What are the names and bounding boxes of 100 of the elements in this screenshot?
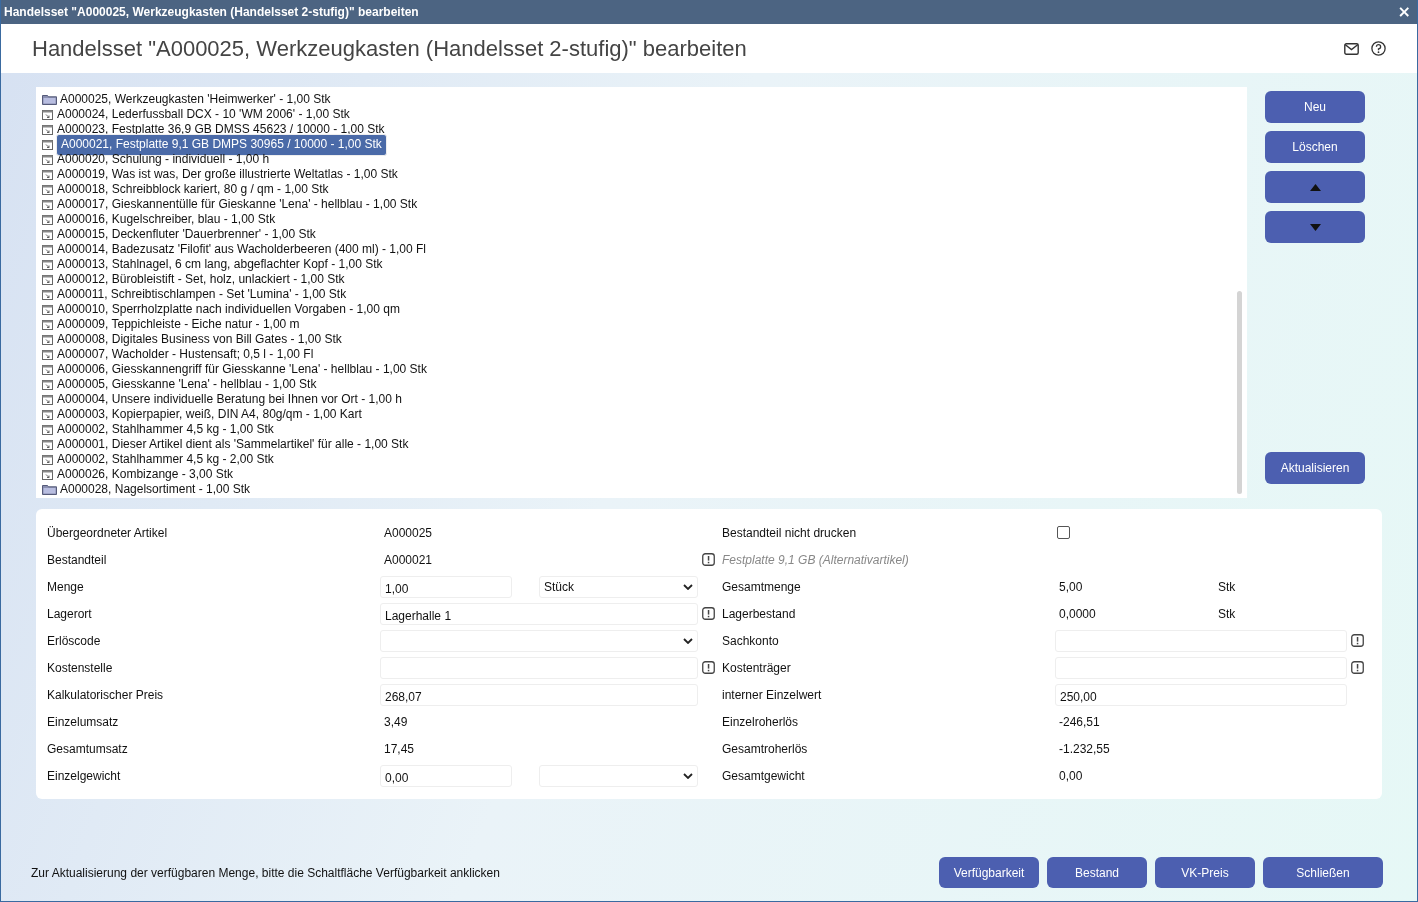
document-icon	[42, 424, 53, 435]
warning-icon[interactable]	[702, 661, 715, 674]
action-button[interactable]: Neu	[1265, 91, 1365, 123]
input-field[interactable]: 0,00	[380, 764, 512, 787]
document-icon	[42, 394, 53, 405]
field-label: Gesamtumsatz	[47, 741, 129, 756]
document-icon	[42, 364, 53, 375]
document-icon	[42, 319, 53, 330]
warning-icon[interactable]	[702, 607, 715, 620]
tree-item[interactable]: A000010, Sperrholzplatte nach individuellen Vorgaben - 1,00 qm	[56, 303, 401, 316]
field-value: 0,00	[1058, 768, 1084, 783]
document-icon	[42, 244, 53, 255]
input-field[interactable]: 1,00	[380, 575, 512, 598]
tree-item[interactable]: A000024, Lederfussball DCX - 10 'WM 2006' - 1,00 Stk	[56, 108, 351, 121]
footer-button[interactable]: VK-Preis	[1155, 857, 1255, 888]
field-label: Kalkulatorischer Preis	[47, 687, 165, 702]
tree-item[interactable]: A000023, Festplatte 36,9 GB DMSS 45623 / 10000 - 1,00 Stk	[56, 123, 386, 136]
document-icon	[42, 274, 53, 285]
warning-icon[interactable]	[702, 553, 715, 566]
footer-button[interactable]: Schließen	[1263, 857, 1383, 888]
tree-item[interactable]: A000026, Kombizange - 3,00 Stk	[56, 468, 235, 481]
tree-item[interactable]: A000005, Giesskanne 'Lena' - hellblau - 1,00 Stk	[56, 378, 318, 391]
document-icon	[42, 139, 53, 150]
tree-item[interactable]: A000018, Schreibblock kariert, 80 g / qm - 1,00 Stk	[56, 183, 330, 196]
document-icon	[42, 454, 53, 465]
field-label: Einzelumsatz	[47, 714, 120, 729]
document-icon	[42, 349, 53, 360]
field-value: 0,0000	[1058, 606, 1097, 621]
field-label: Gesamtroherlös	[722, 741, 809, 756]
document-icon	[42, 169, 53, 180]
tree-item[interactable]: A000025, Werkzeugkasten 'Heimwerker' - 1,00 Stk	[59, 93, 332, 106]
document-icon	[42, 334, 53, 345]
input-field[interactable]: 268,07	[380, 683, 698, 706]
warning-icon[interactable]	[1351, 661, 1364, 674]
field-label: Kostenträger	[722, 660, 792, 675]
document-icon	[42, 289, 53, 300]
tree-item[interactable]: A000003, Kopierpapier, weiß, DIN A4, 80g/qm - 1,00 Kart	[56, 408, 363, 421]
tree-item[interactable]: A000016, Kugelschreiber, blau - 1,00 Stk	[56, 213, 277, 226]
tree-item[interactable]: A000002, Stahlhammer 4,5 kg - 2,00 Stk	[56, 453, 275, 466]
warning-icon[interactable]	[1351, 634, 1364, 647]
tree-item[interactable]: A000004, Unsere individuelle Beratung bei Ihnen vor Ort - 1,00 h	[56, 393, 403, 406]
dropdown[interactable]	[380, 629, 698, 652]
tree-item[interactable]: A000007, Wacholder - Hustensaft; 0,5 l - 1,00 Fl	[56, 348, 315, 361]
tree-item[interactable]: A000011, Schreibtischlampen - Set 'Lumina' - 1,00 Stk	[56, 288, 348, 301]
tree-item[interactable]: A000014, Badezusatz 'Filofit' aus Wacholderbeeren (400 ml) - 1,00 Fl	[56, 243, 427, 256]
document-icon	[42, 439, 53, 450]
document-icon	[42, 304, 53, 315]
field-label: Gesamtgewicht	[722, 768, 806, 783]
field-value: 5,00	[1058, 579, 1084, 594]
unit-label: Stk	[1218, 579, 1236, 594]
field-label: interner Einzelwert	[722, 687, 823, 702]
field-label: Erlöscode	[47, 633, 102, 648]
field-label: Kostenstelle	[47, 660, 114, 675]
checkbox[interactable]	[1057, 526, 1070, 539]
close-button[interactable]: ×	[1395, 4, 1413, 20]
tree-item[interactable]: A000017, Gieskannentülle für Gieskanne 'Lena' - hellblau - 1,00 Stk	[56, 198, 419, 211]
document-icon	[42, 469, 53, 480]
footer-button[interactable]: Bestand	[1047, 857, 1147, 888]
field-value: A000025	[383, 525, 434, 540]
input-field[interactable]: 250,00	[1055, 683, 1347, 706]
field-label: Menge	[47, 579, 85, 594]
document-icon	[42, 409, 53, 420]
move-up-button[interactable]	[1265, 171, 1365, 203]
folder-icon	[42, 484, 57, 495]
document-icon	[42, 229, 53, 240]
document-icon	[42, 214, 53, 225]
tree-item[interactable]: A000015, Deckenfluter 'Dauerbrenner' - 1,00 Stk	[56, 228, 317, 241]
dropdown[interactable]	[539, 764, 698, 787]
caret-icon	[683, 637, 693, 644]
field-label: Sachkonto	[722, 633, 780, 648]
field-label: Übergeordneter Artikel	[47, 525, 169, 540]
field-value: -246,51	[1058, 714, 1101, 729]
tree-item[interactable]: A000020, Schulung - individuell - 1,00 h	[56, 153, 271, 166]
document-icon	[42, 124, 53, 135]
tree-item[interactable]: A000012, Bürobleistift - Set, holz, unlackiert - 1,00 Stk	[56, 273, 346, 286]
tree-item[interactable]: A000002, Stahlhammer 4,5 kg - 1,00 Stk	[56, 423, 275, 436]
document-icon	[42, 109, 53, 120]
tree-item[interactable]: A000028, Nagelsortiment - 1,00 Stk	[59, 483, 252, 496]
field-label: Lagerbestand	[722, 606, 797, 621]
page-title: Handelsset "A000025, Werkzeugkasten (Handelsset 2-stufig)" bearbeiten	[32, 35, 747, 62]
mail-icon[interactable]	[1344, 42, 1359, 55]
document-icon	[42, 154, 53, 165]
scrollbar-thumb[interactable]	[1237, 291, 1242, 494]
tree-item[interactable]: A000008, Digitales Business von Bill Gates - 1,00 Stk	[56, 333, 343, 346]
refresh-button[interactable]: Aktualisieren	[1265, 452, 1365, 484]
tree-item[interactable]: A000009, Teppichleiste - Eiche natur - 1,00 m	[56, 318, 301, 331]
move-down-button[interactable]	[1265, 211, 1365, 243]
field-value: -1.232,55	[1058, 741, 1111, 756]
tree-item[interactable]: A000013, Stahlnagel, 6 cm lang, abgeflachter Kopf - 1,00 Stk	[56, 258, 384, 271]
help-icon[interactable]	[1371, 41, 1386, 56]
document-icon	[42, 199, 53, 210]
tree-item[interactable]: A000019, Was ist was, Der große illustrierte Weltatlas - 1,00 Stk	[56, 168, 399, 181]
tree-item[interactable]: A000001, Dieser Artikel dient als 'Sammelartikel' für alle - 1,00 Stk	[56, 438, 410, 451]
input-field[interactable]: Lagerhalle 1	[380, 602, 698, 625]
field-value: 17,45	[383, 741, 416, 756]
footer-button[interactable]: Verfügbarkeit	[939, 857, 1039, 888]
dropdown[interactable]: Stück	[539, 575, 698, 598]
tree-item[interactable]: A000006, Giesskannengriff für Giesskanne 'Lena' - hellblau - 1,00 Stk	[56, 363, 428, 376]
field-label: Bestandteil	[47, 552, 108, 567]
action-button[interactable]: Löschen	[1265, 131, 1365, 163]
